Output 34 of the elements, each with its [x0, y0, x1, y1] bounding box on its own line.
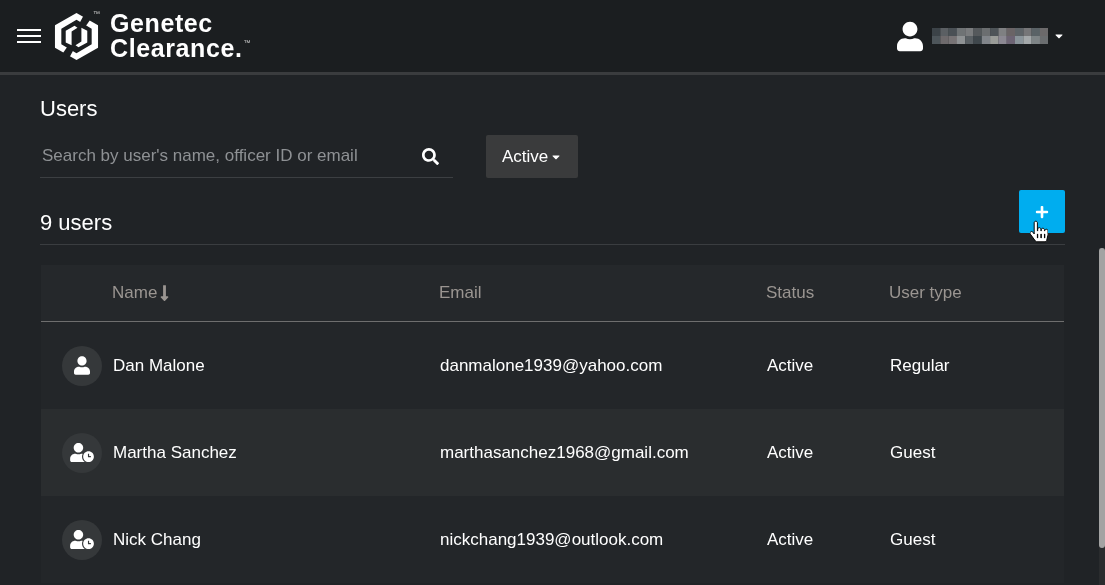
sort-arrow-icon — [160, 284, 170, 302]
add-user-button[interactable] — [1019, 190, 1065, 233]
user-status: Active — [766, 441, 814, 464]
user-name: Dan Malone — [112, 354, 205, 377]
column-header[interactable]: Name — [112, 280, 170, 306]
search-icon — [422, 148, 439, 165]
person-clock-icon — [70, 443, 94, 462]
plus-icon — [1035, 204, 1049, 219]
user-email: nickchang1939@outlook.com — [439, 528, 664, 551]
table-row[interactable]: Martha Sanchez marthasanchez1968@gmail.com Active Guest — [41, 409, 1064, 496]
user-icon — [897, 20, 923, 52]
user-name: Martha Sanchez — [112, 441, 237, 464]
column-header[interactable]: User type — [889, 280, 962, 306]
user-email: danmalone1939@yahoo.com — [439, 354, 663, 377]
page-title: Users — [40, 95, 99, 123]
column-header[interactable]: Email — [439, 280, 482, 306]
user-status: Active — [766, 528, 814, 551]
user-status: Active — [766, 354, 814, 377]
logo-wordmark: Clearance. — [110, 36, 243, 61]
user-email: marthasanchez1968@gmail.com — [439, 441, 689, 464]
search-field[interactable]: Search by user's name, officer ID or email — [40, 135, 453, 178]
user-type: Guest — [889, 441, 936, 464]
status-filter-dropdown[interactable]: Active — [486, 135, 579, 178]
user-type: Regular — [889, 354, 950, 377]
user-name: Nick Chang — [112, 528, 201, 551]
hand-cursor-icon — [1030, 220, 1048, 243]
menu-button[interactable] — [17, 27, 41, 45]
person-clock-icon — [70, 530, 94, 549]
person-icon — [74, 356, 90, 375]
logo-wordmark: Genetec — [110, 11, 213, 36]
column-header[interactable]: Status — [766, 280, 815, 306]
user-count: 9 users — [40, 209, 113, 237]
hexagon-logo-icon — [53, 11, 100, 61]
user-type: Guest — [889, 528, 936, 551]
